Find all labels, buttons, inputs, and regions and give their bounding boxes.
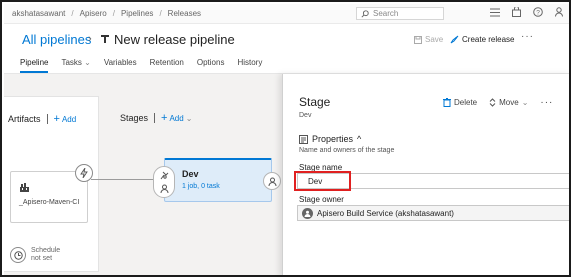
plus-icon: + [161,112,168,124]
stage-name: Dev [182,169,199,179]
save-button[interactable]: Save [414,35,443,44]
approver-icon [160,184,168,193]
plus-icon: + [53,113,60,125]
tab-pipeline[interactable]: Pipeline [20,58,49,73]
artifact-name: _Apisero-Maven-CI [19,199,80,206]
properties-icon [299,134,308,144]
create-release-button[interactable]: Create release [450,35,514,44]
panel-title: Stage [299,95,331,109]
highlight-box [294,171,351,191]
tab-options[interactable]: Options [197,58,225,73]
move-label: Move [499,98,519,107]
build-artifact-icon [20,183,29,192]
breadcrumb-separator: / [112,9,115,18]
app-frame: akshatasawant / Apisero / Pipelines / Re… [0,0,571,277]
tab-history[interactable]: History [237,58,262,73]
artifacts-heading: Artifacts [8,114,41,124]
breadcrumb-org[interactable]: akshatasawant [12,9,65,18]
more-actions-button[interactable]: ··· [521,31,534,42]
divider [46,114,48,124]
avatar [302,207,313,219]
tab-tasks[interactable]: Tasks ⌄ [61,58,90,73]
delete-stage-button[interactable]: Delete [443,98,477,107]
schedule-label: Schedule not set [31,247,61,262]
tab-tasks-label: Tasks [61,58,82,67]
add-stage-button[interactable]: + Add ⌄ [161,112,192,124]
artifact-card[interactable]: _Apisero-Maven-CI [10,164,93,223]
post-approver-icon [268,177,276,186]
breadcrumb-pipelines[interactable]: Pipelines [121,9,153,18]
delete-label: Delete [454,98,478,107]
tab-variables[interactable]: Variables [104,58,137,73]
panel-more-button[interactable]: ··· [540,97,553,108]
chevron-right-icon: › [88,33,92,45]
pipeline-canvas: Artifacts + Add _Apisero-Maven-CI Schedu… [4,74,284,275]
save-label: Save [425,35,444,44]
chevron-down-icon: ⌄ [84,58,91,67]
pipeline-tabs: Pipeline Tasks ⌄ Variables Retention Opt… [20,58,262,73]
breadcrumb-separator: / [159,9,162,18]
stages-heading: Stages [120,113,149,123]
stage-card-dev[interactable]: Dev 1 job, 0 task [153,158,281,202]
help-icon[interactable]: ? [533,7,543,17]
stage-owner-label: Stage owner [299,195,344,204]
panel-actions: Delete Move ⌄ ··· [443,97,553,108]
panel-subtitle: Dev [299,112,312,119]
artifacts-header: Artifacts + Add [8,113,76,125]
create-release-label: Create release [462,35,515,44]
tab-retention[interactable]: Retention [150,58,184,73]
list-settings-icon[interactable] [490,8,500,17]
pre-deployment-conditions[interactable] [153,166,175,198]
page-title: New release pipeline [114,32,235,47]
stage-owner-value: Apisero Build Service (akshatasawant) [317,208,454,218]
stage-owner-picker[interactable]: Apisero Build Service (akshatasawant) [297,205,569,221]
search-placeholder: Search [373,9,399,18]
move-stage-button[interactable]: Move ⌄ [489,98,528,107]
move-icon [489,98,496,107]
post-deployment-conditions[interactable] [263,172,281,190]
stage-job-summary[interactable]: 1 job, 0 task [182,183,220,190]
search-input[interactable]: Search [356,7,444,20]
stages-header: Stages + Add ⌄ [120,112,192,124]
marketplace-bag-icon[interactable] [512,7,521,17]
properties-description: Name and owners of the stage [299,147,395,154]
stage-properties-panel: Stage Dev Delete Move ⌄ ··· Properties ^… [282,74,569,275]
chevron-down-icon: ⌄ [521,98,529,107]
release-pipeline-icon [101,35,109,43]
properties-label: Properties [312,134,354,144]
breadcrumb-separator: / [71,9,74,18]
clock-icon [10,247,26,263]
all-pipelines-link[interactable]: All pipelines [22,32,91,47]
breadcrumb: akshatasawant / Apisero / Pipelines / Re… [4,9,201,18]
page-header: All pipelines › New release pipeline Sav… [4,25,569,55]
top-nav-bar: akshatasawant / Apisero / Pipelines / Re… [4,4,569,24]
artifacts-panel: Artifacts + Add _Apisero-Maven-CI Schedu… [4,96,99,272]
add-stage-label: Add [169,113,184,123]
trash-icon [443,98,451,107]
breadcrumb-releases[interactable]: Releases [168,9,201,18]
save-icon [414,35,422,44]
chevron-down-icon: ⌄ [185,113,193,123]
properties-section-toggle[interactable]: Properties ^ [299,134,361,144]
search-icon [361,9,369,18]
top-right-icons: ? [490,7,565,17]
user-settings-icon[interactable] [555,7,565,17]
chevron-up-icon: ^ [357,134,362,144]
schedule-trigger[interactable]: Schedule not set [10,247,67,263]
lightning-icon [80,168,88,178]
rocket-icon [450,35,459,44]
add-artifact-label: Add [61,114,77,124]
add-artifact-button[interactable]: + Add [54,113,77,125]
divider [154,113,156,123]
svg-text:?: ? [536,10,540,17]
breadcrumb-project[interactable]: Apisero [80,9,107,18]
trigger-icon [160,171,168,180]
